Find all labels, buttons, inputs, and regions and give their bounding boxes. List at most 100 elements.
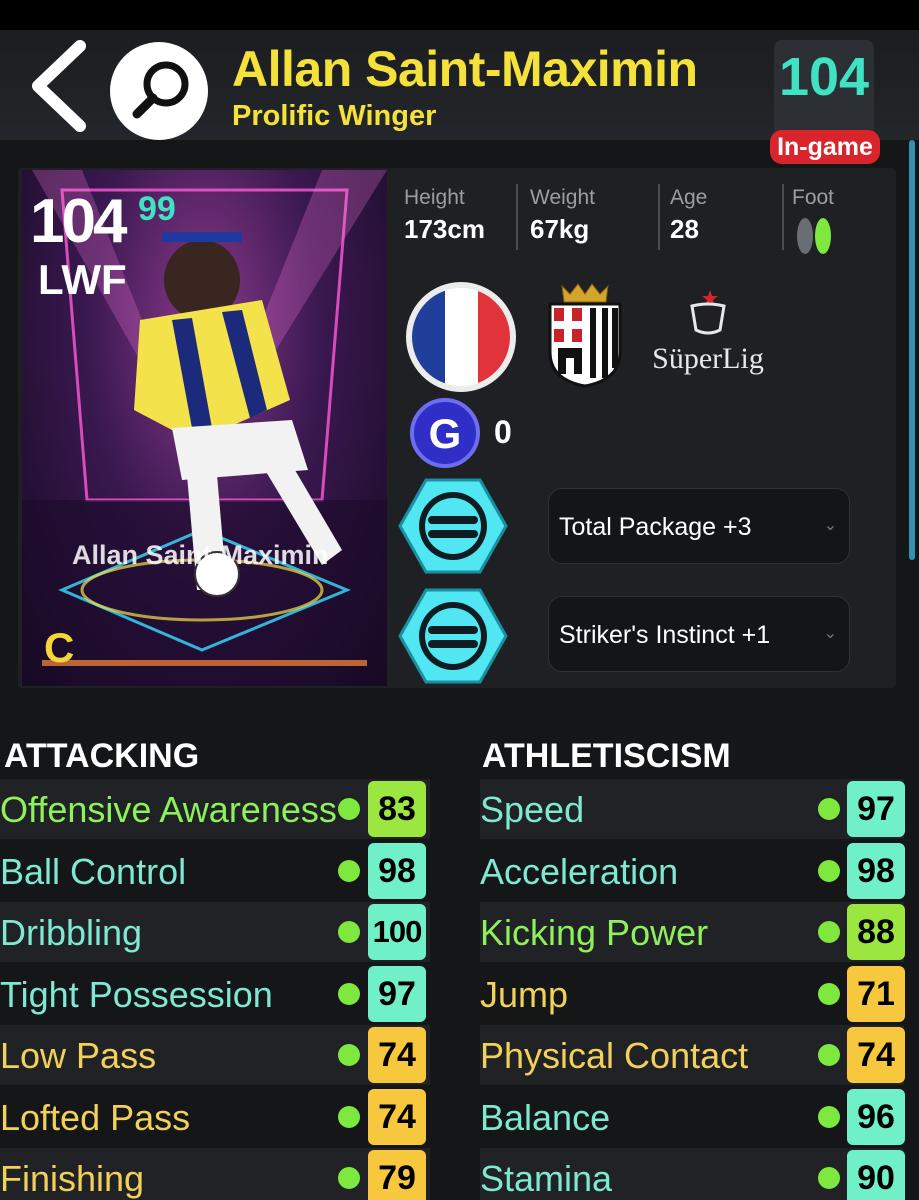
scrollbar[interactable]: [909, 140, 915, 560]
divider: [658, 184, 660, 250]
stat-label: Tight Possession: [0, 973, 273, 1015]
nationality-flag[interactable]: [406, 282, 516, 392]
stat-row: Balance 96: [480, 1087, 905, 1147]
card-position: LWF: [38, 256, 127, 303]
chevron-down-icon: ⌄: [823, 517, 837, 534]
league-name: SüperLig: [652, 342, 764, 375]
skill-dropdown-total-package[interactable]: Total Package +3 ⌄: [548, 488, 850, 564]
stat-row: Dribbling 100: [0, 902, 430, 962]
athleticism-section-title: ATHLETISCISM: [482, 737, 731, 775]
status-bar: [0, 0, 919, 30]
skill-hex-icon[interactable]: [398, 588, 508, 684]
playing-style: Prolific Winger: [232, 100, 437, 132]
stat-label: Jump: [480, 973, 569, 1015]
card-player-name: Allan Saint-Maximin: [72, 540, 329, 570]
stat-indicator-dot: [818, 798, 840, 820]
stat-label: Speed: [480, 789, 585, 830]
stat-row: Tight Possession 97: [0, 964, 430, 1024]
stat-row: Physical Contact 74: [480, 1025, 905, 1085]
stat-row: Ball Control 98: [0, 841, 430, 901]
g-booster-badge[interactable]: G: [410, 398, 480, 468]
divider: [782, 184, 784, 250]
stat-row: Stamina 90: [480, 1148, 905, 1200]
stat-row: Finishing 79: [0, 1148, 430, 1200]
g-letter-icon: G: [428, 410, 462, 457]
stat-value: 98: [847, 842, 905, 899]
search-button[interactable]: [110, 42, 208, 140]
height-label: Height: [404, 186, 465, 209]
stat-indicator-dot: [818, 1105, 840, 1128]
divider: [516, 184, 518, 250]
height-value: 173cm: [404, 214, 485, 244]
stat-label: Physical Contact: [480, 1035, 749, 1076]
foot-icon: [797, 218, 831, 254]
age-info: Age 28: [670, 186, 707, 245]
chevron-down-icon: ⌄: [823, 625, 837, 642]
stat-label: Finishing: [0, 1158, 145, 1199]
stat-value: 88: [847, 904, 905, 960]
stat-row: Speed 97: [480, 779, 905, 839]
stat-value: 97: [368, 965, 426, 1022]
stat-indicator-dot: [338, 859, 360, 882]
france-flag-icon: [412, 288, 510, 386]
stat-label: Stamina: [480, 1158, 613, 1199]
stat-row: Offensive Awareness 83: [0, 779, 430, 839]
card-rating: 104: [30, 187, 127, 256]
stat-indicator-dot: [338, 982, 360, 1005]
skill-label: Total Package +3: [559, 513, 752, 541]
stat-indicator-dot: [818, 921, 840, 943]
stat-value: 96: [847, 1088, 905, 1145]
stat-value: 74: [368, 1088, 426, 1145]
league-trophy-icon: [690, 290, 726, 335]
stat-indicator-dot: [818, 982, 840, 1005]
skill-label: Striker's Instinct +1: [559, 621, 771, 649]
stat-label: Kicking Power: [480, 912, 709, 953]
chevron-left-icon: [32, 40, 86, 132]
player-name: Allan Saint-Maximin: [232, 41, 698, 97]
skill-dropdown-strikers-instinct[interactable]: Striker's Instinct +1 ⌄: [548, 596, 850, 672]
age-label: Age: [670, 186, 708, 209]
foot-label: Foot: [792, 186, 835, 209]
age-value: 28: [670, 214, 699, 244]
in-game-badge[interactable]: In-game: [770, 130, 880, 164]
stat-value: 83: [368, 781, 426, 837]
stat-label: Offensive Awareness: [0, 789, 337, 830]
league-logo[interactable]: SüperLig: [648, 288, 768, 388]
stat-value: 74: [368, 1027, 426, 1083]
stat-label: Balance: [480, 1096, 611, 1138]
stat-indicator-dot: [338, 921, 360, 943]
stat-indicator-dot: [818, 859, 840, 882]
foot-info: Foot: [792, 186, 836, 256]
magnifier-icon: [132, 61, 189, 119]
stat-row: Acceleration 98: [480, 841, 905, 901]
skill-hex-icon[interactable]: [398, 478, 508, 574]
stat-row: Low Pass 74: [0, 1025, 430, 1085]
player-card[interactable]: 104 99 LWF Allan Saint-Maximin C: [22, 170, 387, 686]
weight-label: Weight: [530, 186, 595, 209]
stat-row: Lofted Pass 74: [0, 1087, 430, 1147]
stat-label: Lofted Pass: [0, 1096, 191, 1138]
g-booster-count: 0: [494, 414, 512, 450]
club-crest-icon: [548, 283, 622, 388]
weight-value: 67kg: [530, 214, 590, 244]
stat-value: 79: [368, 1150, 426, 1200]
stat-label: Ball Control: [0, 850, 187, 892]
stat-indicator-dot: [338, 1044, 360, 1066]
stat-row: Jump 71: [480, 964, 905, 1024]
stat-label: Dribbling: [0, 912, 143, 953]
back-button[interactable]: [28, 38, 92, 134]
stat-indicator-dot: [818, 1044, 840, 1066]
weight-info: Weight 67kg: [530, 186, 595, 245]
stat-value: 74: [847, 1027, 905, 1083]
stat-value: 100: [368, 904, 426, 960]
stat-label: Acceleration: [480, 850, 679, 892]
stat-value: 90: [847, 1150, 905, 1200]
height-info: Height 173cm: [404, 186, 485, 245]
stat-row: Kicking Power 88: [480, 902, 905, 962]
overall-rating: 104: [778, 47, 870, 107]
stat-value: 98: [368, 842, 426, 899]
club-crest[interactable]: [544, 282, 626, 388]
stat-indicator-dot: [338, 798, 360, 820]
stat-indicator-dot: [338, 1105, 360, 1128]
attacking-section-title: ATTACKING: [4, 737, 200, 775]
